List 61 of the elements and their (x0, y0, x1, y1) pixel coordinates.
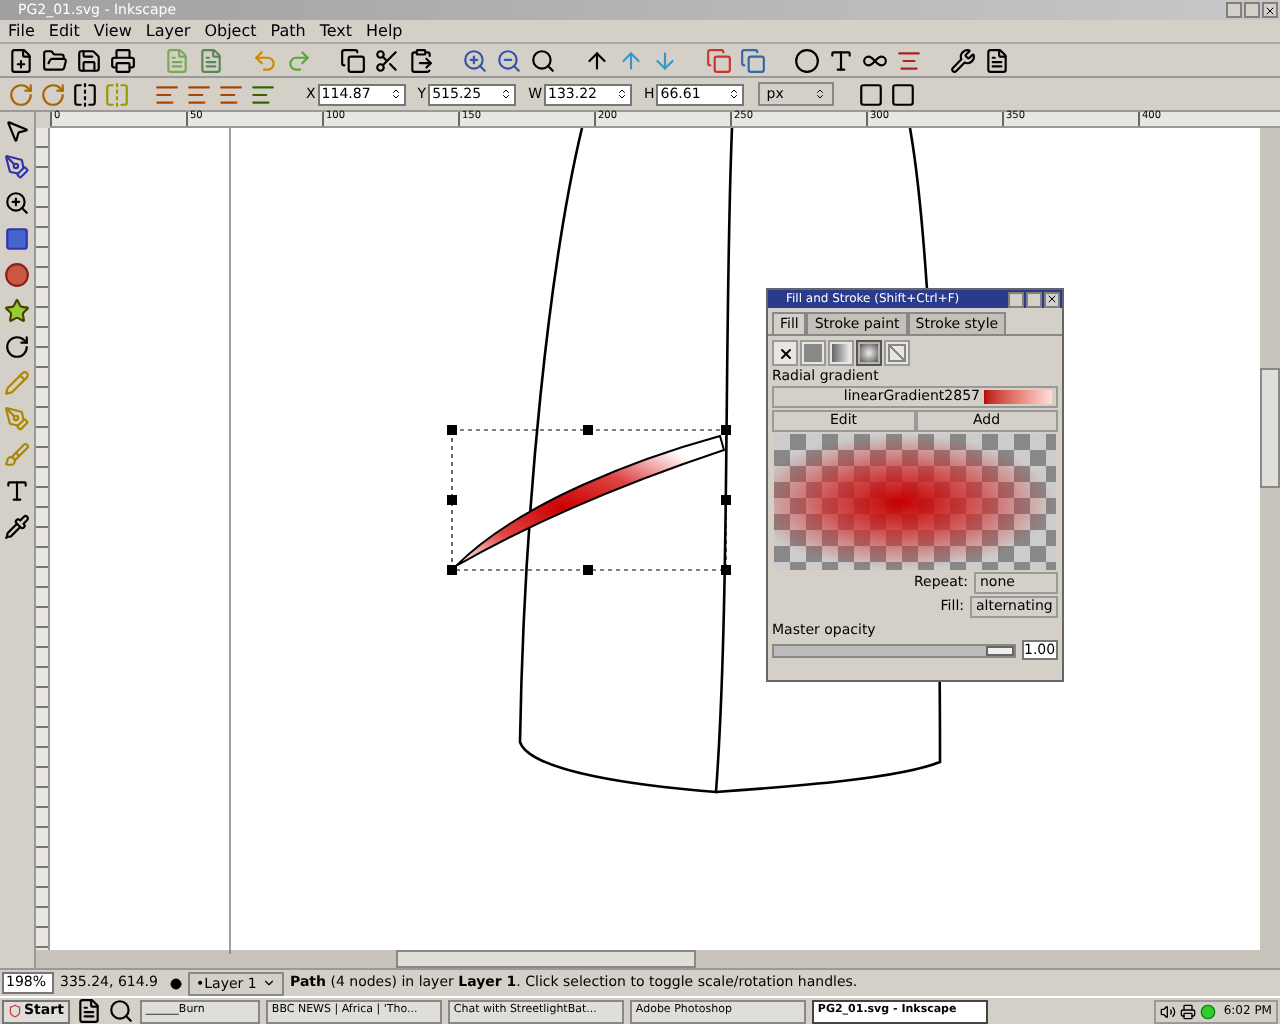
save-icon[interactable] (76, 47, 102, 73)
new-file-icon[interactable] (8, 47, 34, 73)
speaker-icon[interactable] (1159, 1003, 1176, 1019)
gradient-preview[interactable] (774, 434, 1056, 570)
printer-icon[interactable] (110, 47, 136, 73)
printer-tray-icon[interactable] (1179, 1003, 1196, 1019)
close-button[interactable] (1262, 2, 1278, 18)
dropper-icon[interactable] (4, 514, 30, 540)
none-paint-button[interactable] (772, 340, 798, 366)
horizontal-scrollbar[interactable] (36, 950, 1280, 968)
linear-paint-button[interactable] (828, 340, 854, 366)
search-icon[interactable] (530, 47, 556, 73)
opacity-slider[interactable] (772, 643, 1016, 657)
menu-item[interactable]: Path (270, 23, 306, 39)
ellipse-icon[interactable] (4, 262, 30, 288)
pointer-icon[interactable] (4, 118, 30, 144)
unset-swatch-icon (888, 344, 906, 362)
selection-handle[interactable] (447, 565, 457, 575)
zoom-icon[interactable] (4, 190, 30, 216)
zoom-out-icon[interactable] (496, 47, 522, 73)
dropdown-caret-icon[interactable] (262, 976, 276, 990)
menu-item[interactable]: Text (319, 23, 353, 39)
menu-item[interactable]: File (8, 23, 35, 39)
cross-icon (777, 345, 793, 361)
preferences-icon[interactable] (950, 47, 976, 73)
selection-handle[interactable] (447, 495, 457, 505)
paste-icon[interactable] (408, 47, 434, 73)
document-icon[interactable] (984, 47, 1010, 73)
menu-item[interactable]: Object (204, 23, 257, 39)
unset-paint-button[interactable] (884, 340, 910, 366)
selection-handle[interactable] (721, 495, 731, 505)
zoom-in-icon[interactable] (462, 47, 488, 73)
layer-visibility-icon[interactable] (170, 977, 182, 989)
star-icon[interactable] (4, 298, 30, 324)
text-icon[interactable] (828, 47, 854, 73)
maximize-button[interactable] (1026, 291, 1042, 307)
selection-handle[interactable] (583, 425, 593, 435)
node-icon[interactable] (4, 154, 30, 180)
vertical-scrollbar[interactable] (1260, 128, 1280, 950)
gradient-swatch (984, 390, 1052, 404)
menu-item[interactable]: View (93, 23, 132, 39)
copy-icon[interactable] (340, 47, 366, 73)
folder-icon[interactable] (42, 47, 68, 73)
menu-item[interactable]: Layer (145, 23, 191, 39)
selection-handle[interactable] (721, 425, 731, 435)
duplicate-icon[interactable] (706, 47, 732, 73)
close-button[interactable] (1044, 291, 1060, 307)
menu-item[interactable]: Help (366, 23, 403, 39)
cut-icon[interactable] (374, 47, 400, 73)
selection-handle[interactable] (583, 565, 593, 575)
minimize-button[interactable] (1008, 291, 1024, 307)
menu-item[interactable]: Edit (48, 23, 80, 39)
text-tool-icon[interactable] (4, 478, 30, 504)
scrollbar-thumb[interactable] (396, 950, 696, 968)
rectangle-icon[interactable] (4, 226, 30, 252)
radial-paint-button[interactable] (856, 340, 882, 366)
scrollbar-thumb[interactable] (1260, 368, 1280, 488)
flip-horizontal-icon[interactable] (72, 81, 98, 107)
selection-handle[interactable] (447, 425, 457, 435)
selection-handle[interactable] (721, 565, 731, 575)
clone-icon[interactable] (740, 47, 766, 73)
